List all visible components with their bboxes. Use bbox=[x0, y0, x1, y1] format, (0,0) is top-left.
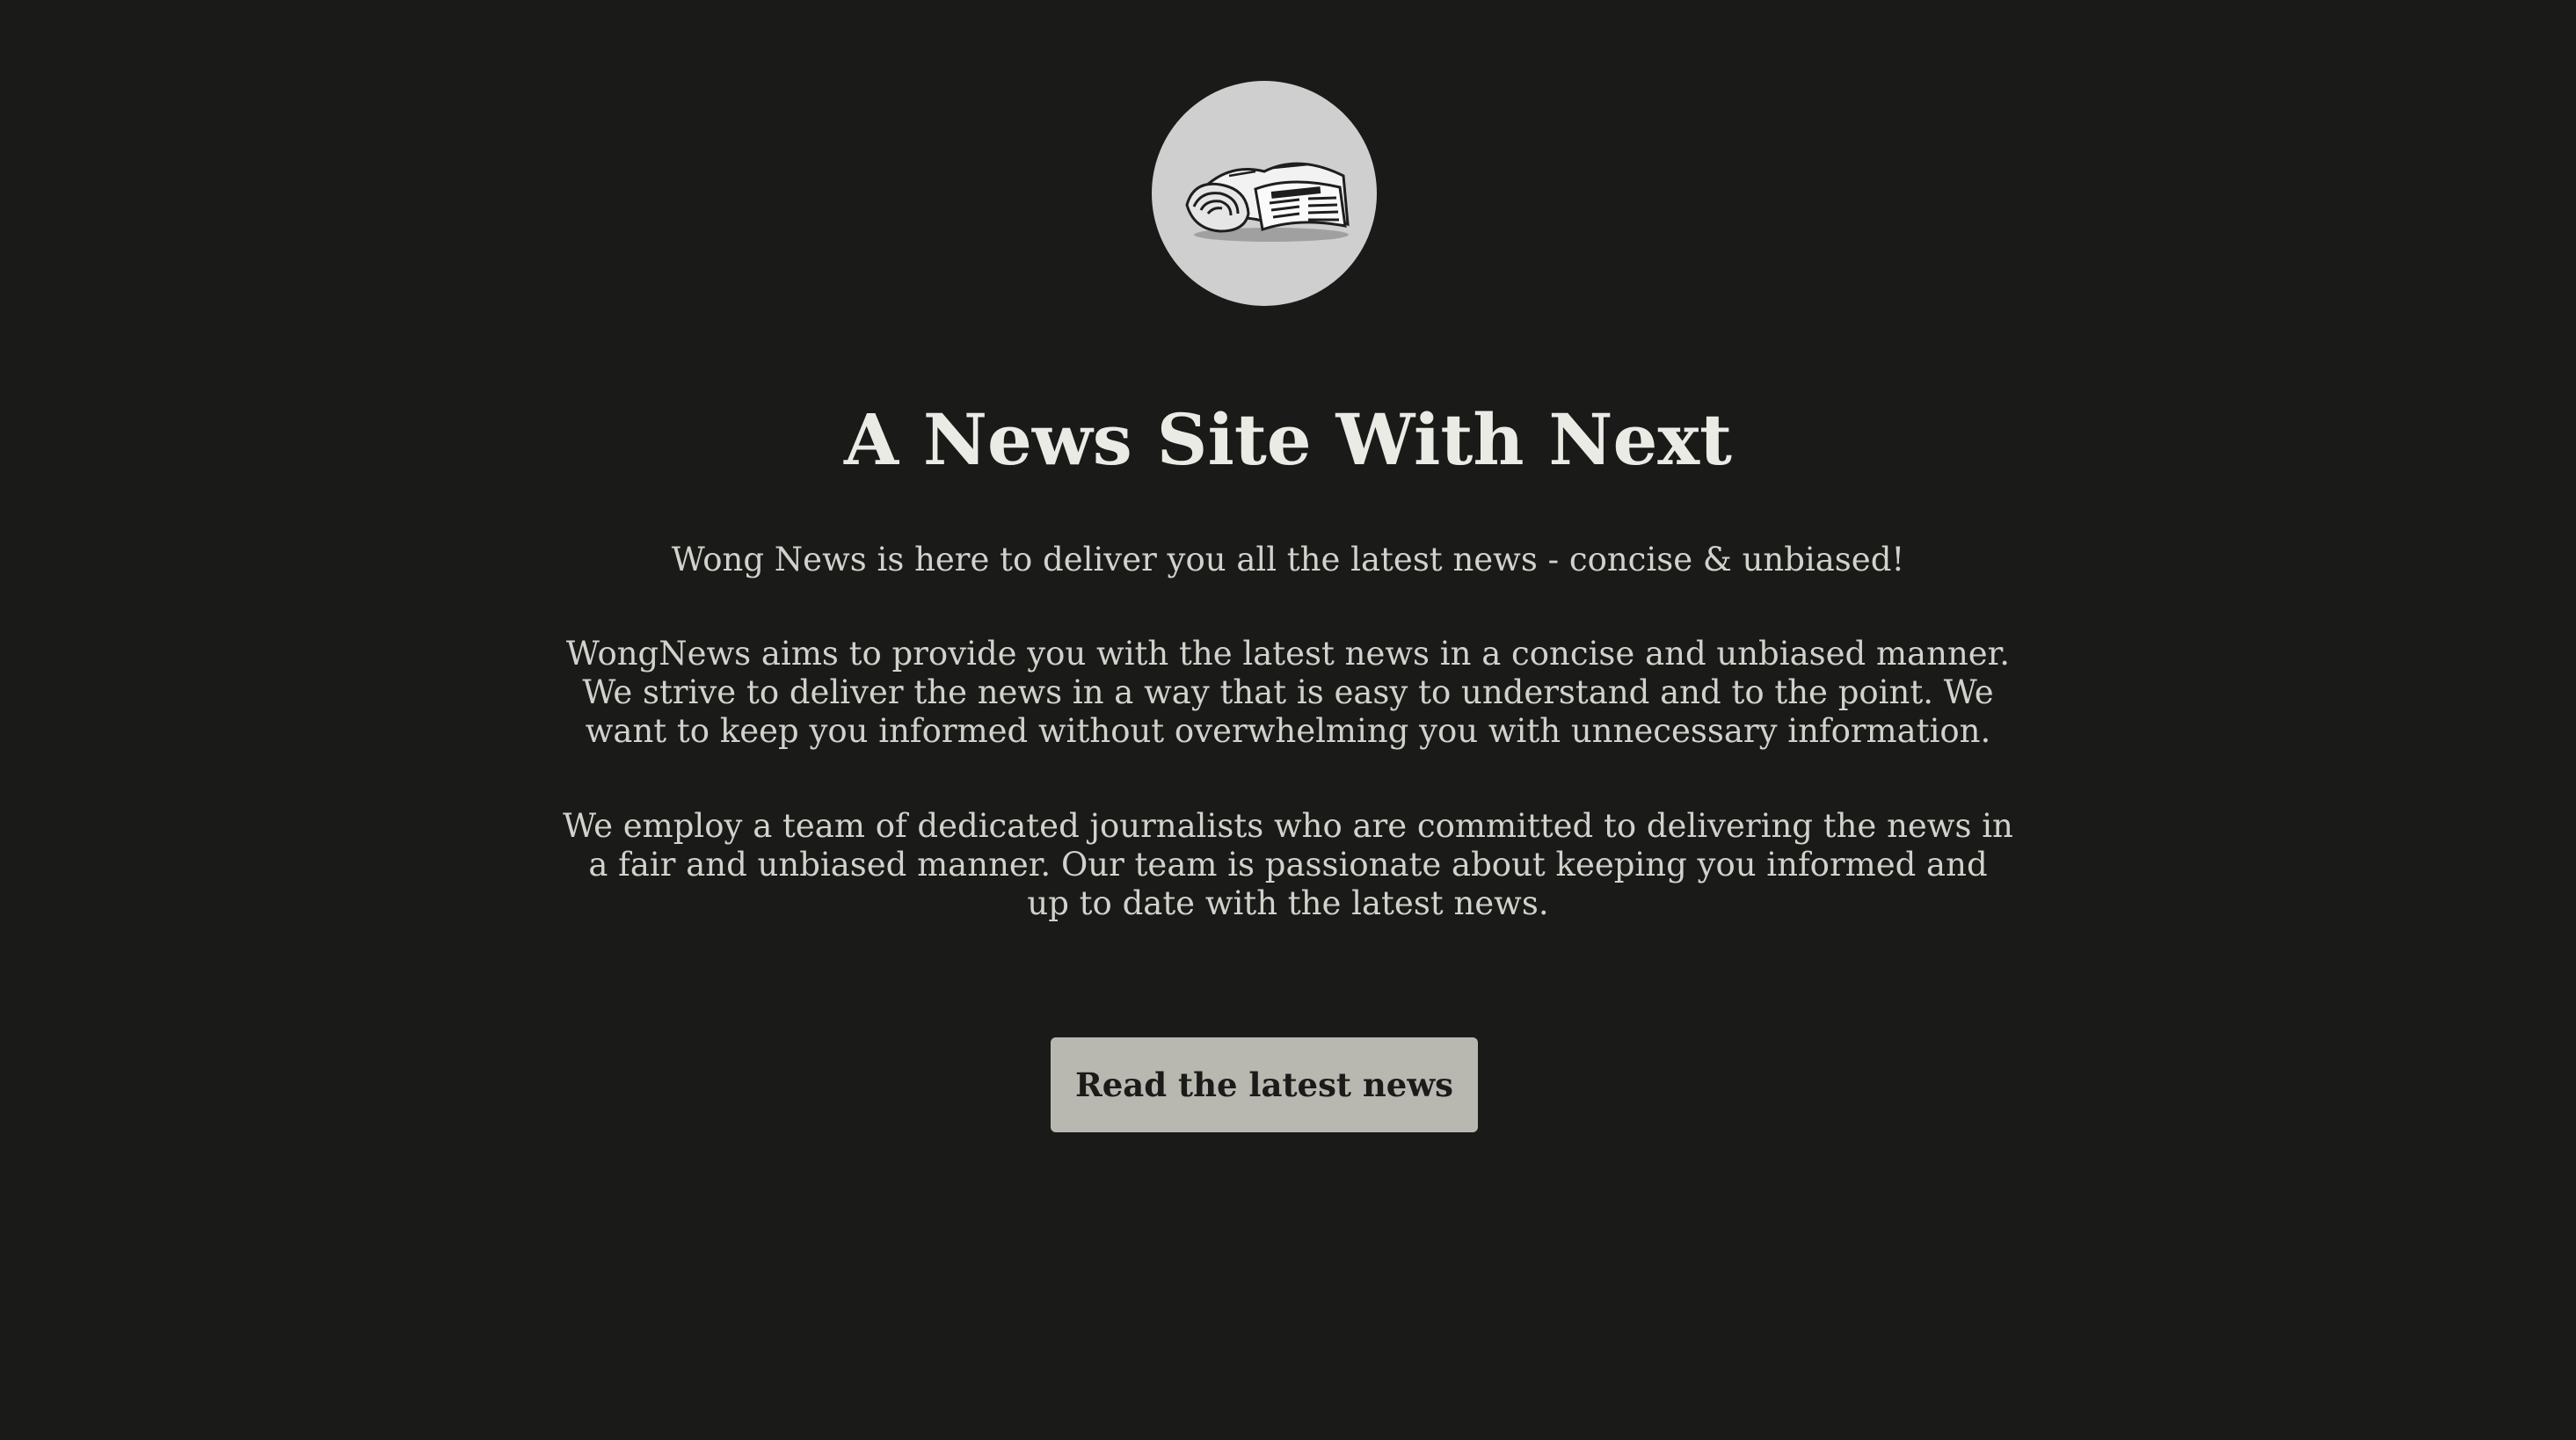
team-paragraph: We employ a team of dedicated journalist… bbox=[563, 807, 2013, 922]
mission-paragraph: WongNews aims to provide you with the la… bbox=[565, 635, 2011, 750]
page-title: A News Site With Next bbox=[843, 398, 1733, 481]
tagline: Wong News is here to deliver you all the… bbox=[671, 541, 1905, 578]
newspaper-icon bbox=[1185, 162, 1350, 242]
read-latest-news-button[interactable]: Read the latest news bbox=[1051, 1037, 1478, 1132]
landing-page: A News Site With Next Wong News is here … bbox=[0, 0, 2576, 1440]
site-logo bbox=[1152, 81, 1377, 306]
